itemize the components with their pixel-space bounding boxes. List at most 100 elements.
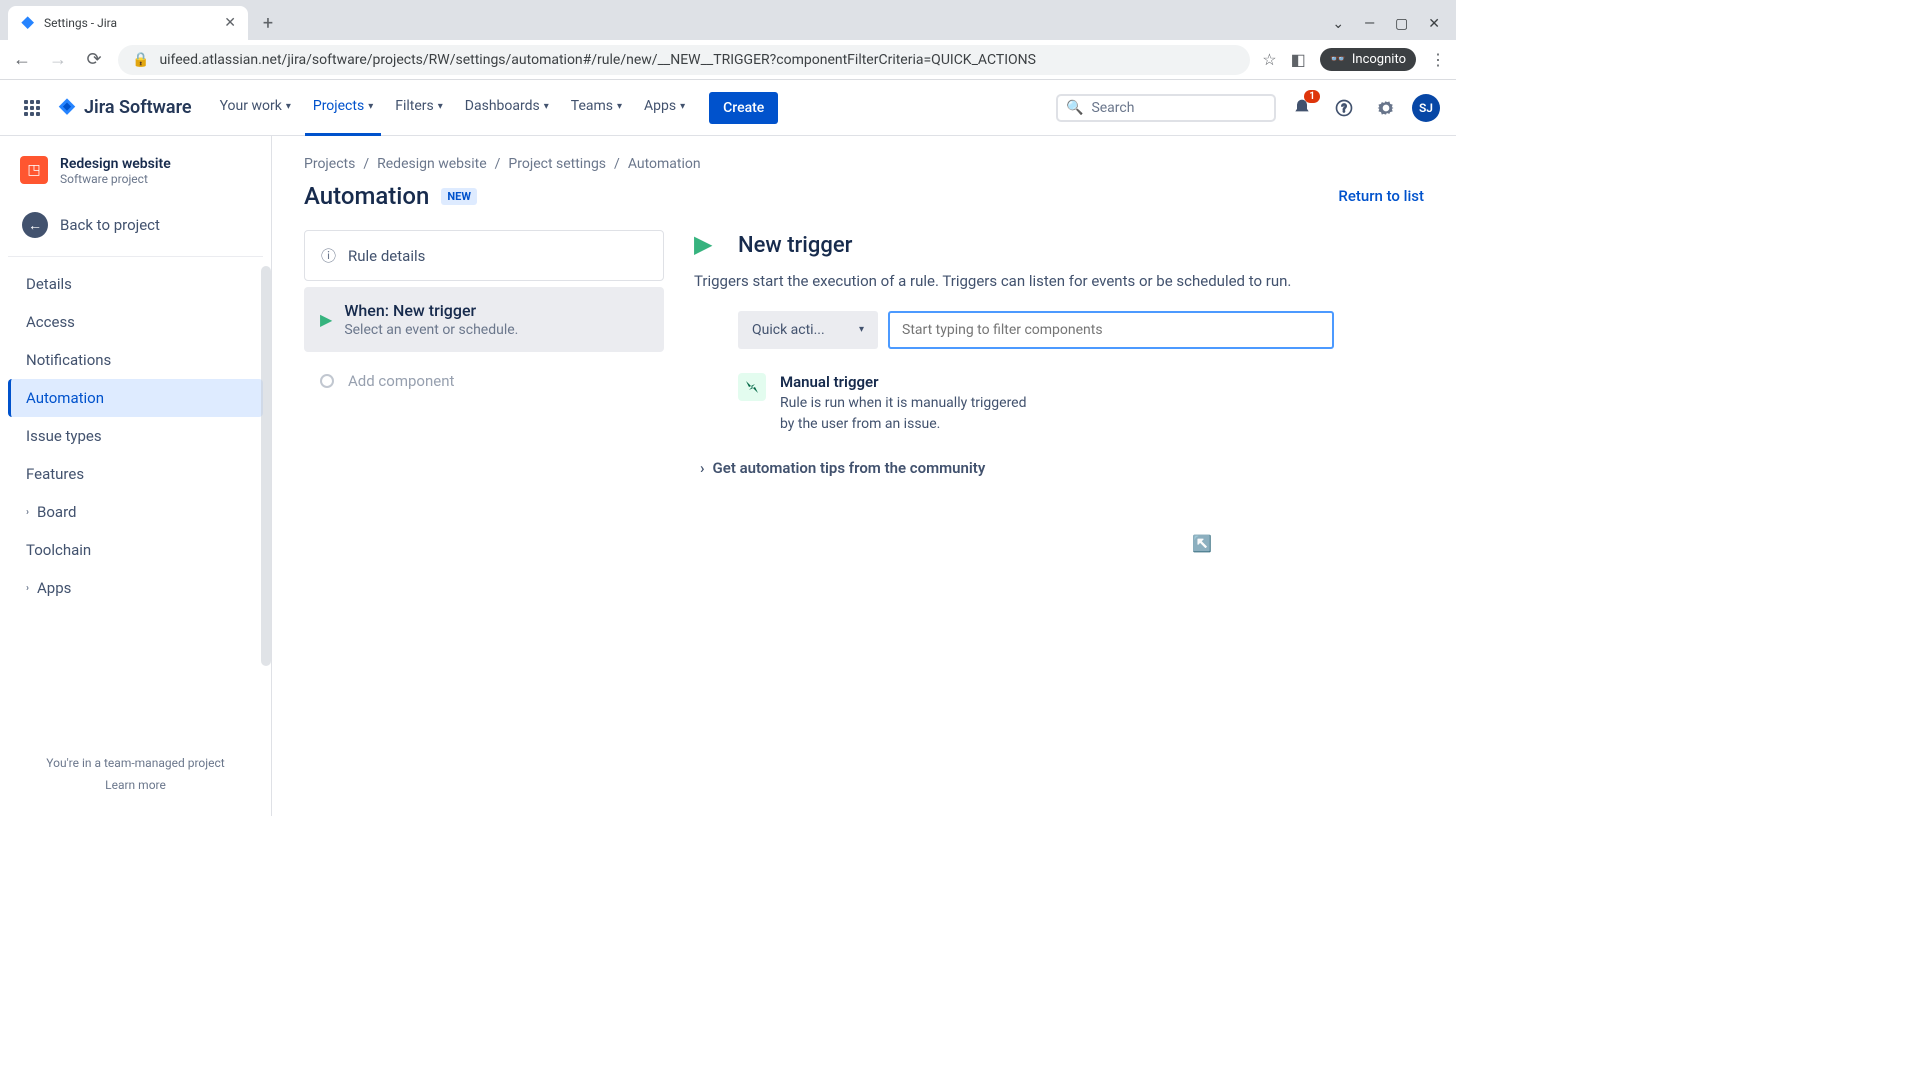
browser-tab-strip: Settings - Jira ✕ + ⌄ — ▢ ✕ [0,0,1456,40]
main-content: Projects/ Redesign website/ Project sett… [272,136,1456,816]
chevron-down-icon: ▾ [544,101,549,112]
back-to-project[interactable]: ← Back to project [8,202,263,248]
play-icon: ▶ [320,310,332,329]
close-window-icon[interactable]: ✕ [1428,16,1440,32]
rule-details-card[interactable]: ⓘ Rule details [304,230,664,281]
new-badge: NEW [441,188,477,205]
breadcrumb-automation[interactable]: Automation [628,156,701,172]
play-icon: ▶ [694,230,724,260]
forward-button: → [46,48,70,72]
jira-favicon-icon [20,15,36,31]
nav-your-work[interactable]: Your work▾ [212,80,299,136]
project-sidebar: ◳ Redesign website Software project ← Ba… [0,136,272,816]
trigger-option-manual[interactable]: Manual trigger Rule is run when it is ma… [694,373,1334,435]
scrollbar[interactable] [261,266,271,666]
jira-logo[interactable]: Jira Software [56,97,192,119]
trigger-title: Manual trigger [780,373,1040,391]
project-name: Redesign website [60,156,171,172]
help-icon[interactable]: ? [1328,92,1360,124]
notification-badge: 1 [1304,90,1320,103]
cursor-icon: ↖️ [1192,534,1212,553]
create-button[interactable]: Create [709,92,778,124]
trigger-config-panel: ▶ New trigger Triggers start the executi… [694,230,1354,477]
top-nav: Your work▾ Projects▾ Filters▾ Dashboards… [212,80,694,136]
when-title: When: New trigger [344,301,518,320]
project-avatar-icon: ◳ [20,156,48,184]
chevron-down-icon: ▾ [438,101,443,112]
jira-header: Jira Software Your work▾ Projects▾ Filte… [0,80,1456,136]
bookmark-icon[interactable]: ☆ [1262,50,1276,69]
breadcrumb-settings[interactable]: Project settings [508,156,606,172]
chevron-down-icon[interactable]: ⌄ [1332,16,1344,32]
jira-logo-icon [56,97,78,119]
config-description: Triggers start the execution of a rule. … [694,270,1334,293]
user-avatar[interactable]: SJ [1412,94,1440,122]
lock-icon: 🔒 [132,52,149,68]
component-filter-input[interactable] [888,311,1334,349]
sidebar-item-board[interactable]: ›Board [8,493,263,531]
address-bar: ← → ⟳ 🔒 uifeed.atlassian.net/jira/softwa… [0,40,1456,80]
sidebar-item-issue-types[interactable]: Issue types [8,417,263,455]
project-header: ◳ Redesign website Software project [8,156,263,202]
reload-button[interactable]: ⟳ [82,48,106,72]
sidebar-item-details[interactable]: Details [8,265,263,303]
search-icon: 🔍 [1066,100,1083,116]
minimize-icon[interactable]: — [1364,16,1375,32]
nav-teams[interactable]: Teams▾ [563,80,630,136]
chevron-down-icon: ▾ [617,101,622,112]
chevron-down-icon: ▾ [368,101,373,112]
info-icon: ⓘ [321,245,336,266]
page-title: Automation [304,182,429,210]
tab-close-icon[interactable]: ✕ [224,15,236,31]
trigger-description: Rule is run when it is manually triggere… [780,393,1040,435]
return-to-list-link[interactable]: Return to list [1338,187,1424,205]
nav-apps[interactable]: Apps▾ [636,80,693,136]
divider [8,256,263,257]
breadcrumb-project[interactable]: Redesign website [377,156,487,172]
when-trigger-card[interactable]: ▶ When: New trigger Select an event or s… [304,287,664,352]
incognito-badge: 👓 Incognito [1320,48,1416,71]
chevron-down-icon: ▾ [286,101,291,112]
quick-actions-dropdown[interactable]: Quick acti... ▾ [738,311,878,349]
learn-more-link[interactable]: Learn more [22,778,249,792]
manual-trigger-icon [738,373,766,401]
extensions-icon[interactable]: ◧ [1291,50,1306,69]
url-input[interactable]: 🔒 uifeed.atlassian.net/jira/software/pro… [118,45,1250,75]
add-component-button[interactable]: Add component [304,358,664,404]
svg-text:?: ? [1341,102,1346,115]
sidebar-item-apps[interactable]: ›Apps [8,569,263,607]
url-text: uifeed.atlassian.net/jira/software/proje… [159,52,1036,68]
when-subtitle: Select an event or schedule. [344,322,518,338]
chevron-down-icon: ▾ [680,101,685,112]
project-type: Software project [60,172,171,186]
nav-projects[interactable]: Projects▾ [305,80,381,136]
browser-menu-icon[interactable]: ⋮ [1430,50,1446,69]
sidebar-item-access[interactable]: Access [8,303,263,341]
automation-tips-link[interactable]: › Get automation tips from the community [694,459,1334,477]
sidebar-item-notifications[interactable]: Notifications [8,341,263,379]
breadcrumbs: Projects/ Redesign website/ Project sett… [304,156,1424,172]
sidebar-footer: You're in a team-managed project Learn m… [8,742,263,806]
rule-builder-column: ⓘ Rule details ▶ When: New trigger Selec… [304,230,664,477]
breadcrumb-projects[interactable]: Projects [304,156,355,172]
sidebar-item-features[interactable]: Features [8,455,263,493]
sidebar-item-toolchain[interactable]: Toolchain [8,531,263,569]
chevron-right-icon: › [26,583,29,594]
incognito-icon: 👓 [1330,52,1346,67]
notifications-icon[interactable]: 1 [1286,92,1318,124]
settings-icon[interactable] [1370,92,1402,124]
nav-dashboards[interactable]: Dashboards▾ [457,80,557,136]
window-controls: ⌄ — ▢ ✕ [1332,16,1456,40]
sidebar-item-automation[interactable]: Automation [8,379,263,417]
back-button[interactable]: ← [10,48,34,72]
config-title: New trigger [738,233,852,258]
global-search[interactable]: 🔍 Search [1056,94,1276,122]
browser-tab[interactable]: Settings - Jira ✕ [8,6,248,40]
tab-title: Settings - Jira [44,16,117,30]
nav-filters[interactable]: Filters▾ [387,80,451,136]
back-arrow-icon: ← [22,212,48,238]
new-tab-button[interactable]: + [254,9,282,37]
maximize-icon[interactable]: ▢ [1395,16,1408,32]
app-switcher-icon[interactable] [16,92,48,124]
chevron-right-icon: › [700,459,705,477]
